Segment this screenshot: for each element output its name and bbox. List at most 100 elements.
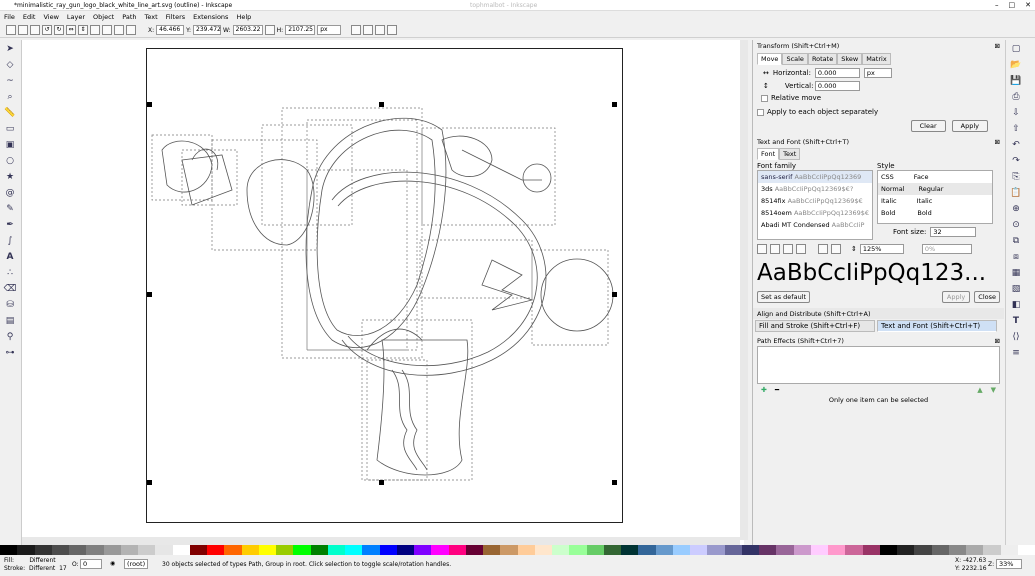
menu-file[interactable]: File bbox=[0, 13, 19, 21]
tab-rotate[interactable]: Rotate bbox=[807, 53, 838, 65]
add-effect-icon[interactable]: ✚ bbox=[761, 386, 767, 394]
export-icon[interactable]: ⇧ bbox=[1009, 122, 1023, 136]
clear-button[interactable]: Clear bbox=[910, 120, 946, 132]
palette-swatch[interactable] bbox=[120, 545, 138, 555]
tab-font[interactable]: Font bbox=[757, 148, 780, 160]
palette-swatch[interactable] bbox=[155, 545, 173, 555]
clone-icon[interactable]: ⧈ bbox=[1009, 250, 1023, 264]
palette-swatch[interactable] bbox=[1017, 545, 1035, 555]
font-family-row[interactable]: 8514oem AaBbCcIiPpQq12369$€ bbox=[758, 207, 872, 219]
palette-swatch[interactable] bbox=[862, 545, 880, 555]
zoom-tool-icon[interactable]: ⌕ bbox=[3, 90, 17, 104]
palette-swatch[interactable] bbox=[396, 545, 414, 555]
style-list[interactable]: CSS Face Normal Regular Italic Italic Bold B… bbox=[877, 170, 993, 224]
palette-swatch[interactable] bbox=[845, 545, 863, 555]
palette-swatch[interactable] bbox=[1000, 545, 1018, 555]
path-effects-list[interactable] bbox=[757, 346, 1000, 384]
rect-tool-icon[interactable]: ▭ bbox=[3, 122, 17, 136]
menu-filters[interactable]: Filters bbox=[162, 13, 189, 21]
lower-bottom-icon[interactable] bbox=[126, 25, 136, 35]
scale-corners-icon[interactable] bbox=[363, 25, 374, 35]
move-patterns-icon[interactable] bbox=[387, 25, 398, 35]
style-row[interactable]: Bold Bold bbox=[878, 207, 992, 219]
new-doc-icon[interactable]: ▢ bbox=[1009, 42, 1023, 56]
palette-swatch[interactable] bbox=[655, 545, 673, 555]
palette-swatch[interactable] bbox=[51, 545, 69, 555]
palette-swatch[interactable] bbox=[621, 545, 639, 555]
move-unit-select[interactable]: px bbox=[863, 68, 892, 78]
palette-swatch[interactable] bbox=[879, 545, 897, 555]
palette-swatch[interactable] bbox=[741, 545, 759, 555]
fill-stroke-icon[interactable]: ◧ bbox=[1009, 298, 1023, 312]
node-tool-icon[interactable]: ◇ bbox=[3, 58, 17, 72]
close-panel-icon[interactable]: ⊠ bbox=[995, 42, 1000, 50]
calligraphy-tool-icon[interactable]: ∫ bbox=[3, 234, 17, 248]
align-icon[interactable]: ≡ bbox=[1009, 346, 1023, 360]
raise-icon[interactable] bbox=[102, 25, 112, 35]
palette-swatch[interactable] bbox=[948, 545, 966, 555]
tab-matrix[interactable]: Matrix bbox=[862, 53, 891, 65]
gradient-tool-icon[interactable]: ▤ bbox=[3, 314, 17, 328]
maximize-icon[interactable]: □ bbox=[1009, 1, 1016, 9]
horizontal-scrollbar[interactable] bbox=[22, 537, 740, 545]
tweak-tool-icon[interactable]: ~ bbox=[3, 74, 17, 88]
select-all-layers-icon[interactable] bbox=[18, 25, 28, 35]
apply-transform-button[interactable]: Apply bbox=[951, 120, 988, 132]
palette-swatch[interactable] bbox=[414, 545, 432, 555]
palette-swatch[interactable] bbox=[724, 545, 742, 555]
palette-swatch[interactable] bbox=[69, 545, 87, 555]
relative-move-checkbox[interactable] bbox=[761, 94, 768, 102]
xml-editor-icon[interactable]: ⟨⟩ bbox=[1009, 330, 1023, 344]
palette-swatch[interactable] bbox=[810, 545, 828, 555]
menu-help[interactable]: Help bbox=[232, 13, 255, 21]
palette-swatch[interactable] bbox=[465, 545, 483, 555]
style-row[interactable]: Italic Italic bbox=[878, 195, 992, 207]
palette-swatch[interactable] bbox=[672, 545, 690, 555]
palette-swatch[interactable] bbox=[103, 545, 121, 555]
palette-swatch[interactable] bbox=[776, 545, 794, 555]
spray-tool-icon[interactable]: ∴ bbox=[3, 266, 17, 280]
horizontal-text-icon[interactable] bbox=[818, 244, 828, 254]
palette-swatch[interactable] bbox=[759, 545, 777, 555]
zoom-selection-icon[interactable]: ⊕ bbox=[1009, 202, 1023, 216]
open-icon[interactable]: 📂 bbox=[1009, 58, 1023, 72]
palette-swatch[interactable] bbox=[293, 545, 311, 555]
palette-swatch[interactable] bbox=[276, 545, 294, 555]
horizontal-input[interactable]: 0.000 bbox=[814, 68, 860, 78]
palette-swatch[interactable] bbox=[500, 545, 518, 555]
palette-swatch[interactable] bbox=[931, 545, 949, 555]
save-icon[interactable]: 💾 bbox=[1009, 74, 1023, 88]
palette-swatch[interactable] bbox=[362, 545, 380, 555]
menu-extensions[interactable]: Extensions bbox=[189, 13, 232, 21]
style-row[interactable]: Normal Regular bbox=[878, 183, 992, 195]
vertical-scrollbar[interactable] bbox=[740, 40, 748, 540]
close-path-effects-icon[interactable]: ⊠ bbox=[995, 337, 1000, 345]
palette-swatch[interactable] bbox=[914, 545, 932, 555]
vertical-text-icon[interactable] bbox=[831, 244, 841, 254]
selector-tool-icon[interactable]: ➤ bbox=[3, 42, 17, 56]
layer-select[interactable]: (root) bbox=[124, 559, 148, 569]
palette-swatch[interactable] bbox=[983, 545, 1001, 555]
palette-swatch[interactable] bbox=[189, 545, 207, 555]
palette-swatch[interactable] bbox=[431, 545, 449, 555]
spiral-tool-icon[interactable]: @ bbox=[3, 186, 17, 200]
stroke-width[interactable]: 17 bbox=[59, 565, 67, 572]
apply-font-button[interactable]: Apply bbox=[941, 291, 971, 303]
font-family-row[interactable]: Abadi MT Condensed AaBbCcIiP bbox=[758, 219, 872, 231]
palette-swatch[interactable] bbox=[224, 545, 242, 555]
palette-swatch[interactable] bbox=[241, 545, 259, 555]
palette-swatch[interactable] bbox=[552, 545, 570, 555]
align-center-icon[interactable] bbox=[770, 244, 780, 254]
font-family-row[interactable]: 3ds AaBbCcIiPpQq12369$€? bbox=[758, 183, 872, 195]
palette-swatch[interactable] bbox=[638, 545, 656, 555]
flip-horizontal-icon[interactable]: ⇔ bbox=[66, 25, 76, 35]
star-tool-icon[interactable]: ★ bbox=[3, 170, 17, 184]
fill-stroke-tab[interactable]: Fill and Stroke (Shift+Ctrl+F) bbox=[755, 320, 875, 332]
3dbox-tool-icon[interactable]: ▣ bbox=[3, 138, 17, 152]
menu-view[interactable]: View bbox=[39, 13, 62, 21]
pen-tool-icon[interactable]: ✒ bbox=[3, 218, 17, 232]
stroke-value[interactable]: Different bbox=[29, 565, 55, 572]
tab-skew[interactable]: Skew bbox=[837, 53, 863, 65]
set-default-button[interactable]: Set as default bbox=[757, 291, 811, 303]
palette-swatch[interactable] bbox=[517, 545, 535, 555]
